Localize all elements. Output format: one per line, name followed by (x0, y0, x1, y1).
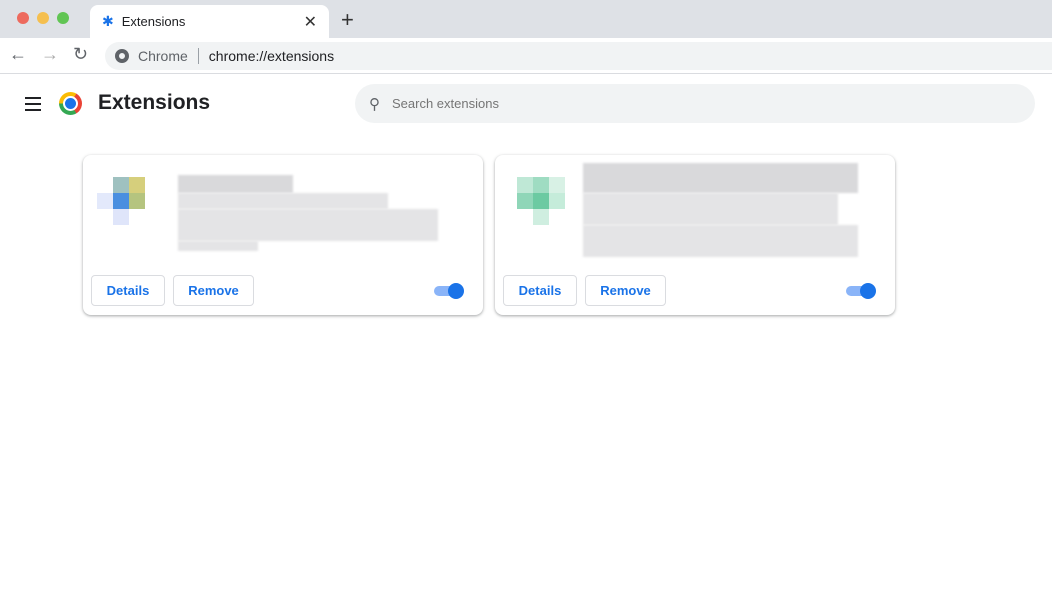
maximize-window-button[interactable] (57, 12, 69, 24)
search-icon: ⚲ (369, 95, 380, 113)
back-icon[interactable]: ← (9, 44, 27, 65)
enable-toggle[interactable] (434, 283, 464, 299)
url-text: chrome://extensions (208, 48, 335, 64)
details-button[interactable]: Details (503, 275, 577, 306)
enable-toggle[interactable] (846, 283, 876, 299)
browser-toolbar: ← → ↻ Chrome chrome://extensions (0, 38, 1052, 74)
reload-icon[interactable]: ↻ (73, 44, 88, 65)
page-title: Extensions (98, 91, 211, 114)
details-button[interactable]: Details (91, 275, 165, 306)
puzzle-icon: ✱ (102, 13, 114, 29)
remove-button[interactable]: Remove (173, 275, 254, 306)
extension-description-redacted (583, 193, 838, 225)
search-input[interactable] (392, 96, 992, 111)
close-tab-icon[interactable]: ✕ (304, 12, 317, 32)
extensions-header: Extensions ⚲ (0, 84, 1052, 124)
extension-name-redacted (583, 163, 858, 193)
extension-description-redacted (178, 193, 388, 209)
extension-card: Details Remove (83, 155, 483, 315)
extension-description-redacted (583, 225, 858, 257)
extension-icon (517, 177, 565, 225)
remove-button[interactable]: Remove (585, 275, 666, 306)
extension-icon (97, 177, 145, 225)
tab-extensions[interactable]: ✱ Extensions ✕ (90, 5, 329, 38)
minimize-window-button[interactable] (37, 12, 49, 24)
search-box[interactable]: ⚲ (355, 84, 1035, 123)
extension-name-redacted (178, 175, 293, 193)
window-titlebar: ✱ Extensions ✕ + (0, 0, 1052, 38)
divider (197, 48, 199, 64)
extension-description-redacted (178, 209, 438, 241)
tab-title: Extensions (121, 14, 186, 29)
new-tab-button[interactable]: + (341, 7, 354, 33)
close-window-button[interactable] (17, 12, 29, 24)
menu-icon[interactable] (25, 97, 41, 115)
origin-label: Chrome (138, 48, 188, 64)
chrome-logo-icon (59, 92, 82, 115)
extension-card: Details Remove (495, 155, 895, 315)
forward-icon[interactable]: → (41, 44, 59, 65)
chrome-page-icon (115, 49, 129, 63)
extension-description-redacted (178, 241, 258, 251)
address-bar[interactable]: Chrome chrome://extensions (105, 42, 1052, 70)
